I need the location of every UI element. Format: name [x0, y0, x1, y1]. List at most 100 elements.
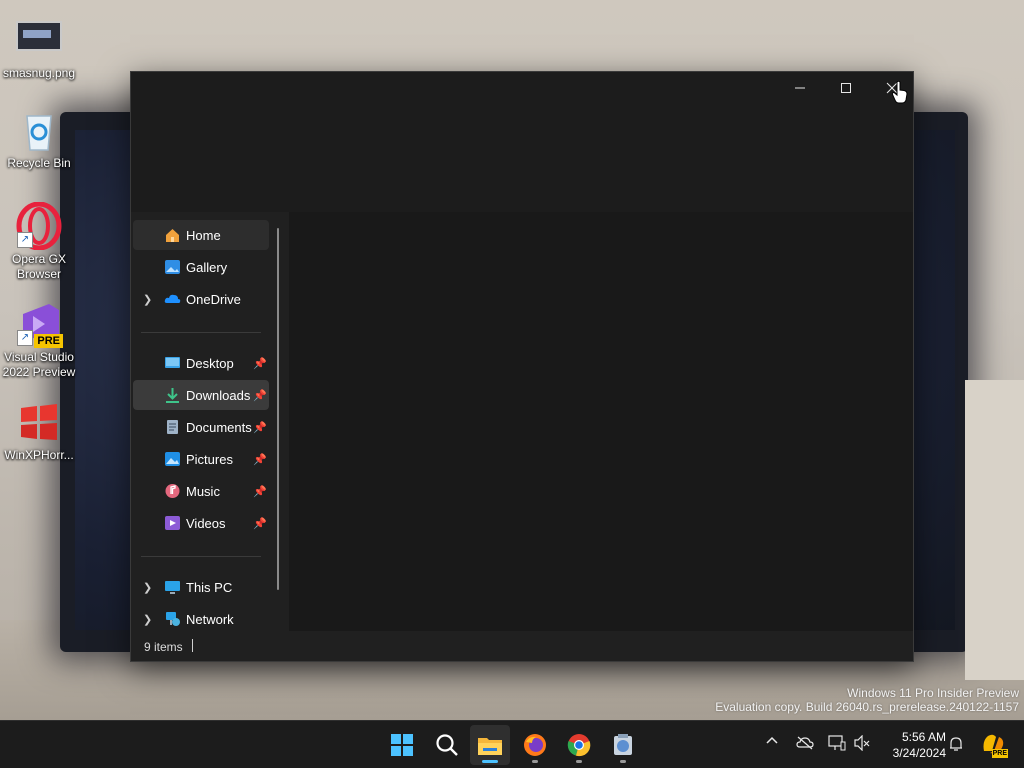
nav-scrollbar[interactable] [277, 228, 279, 590]
desktop-icon-smasnug[interactable]: smasnug.png [1, 16, 77, 81]
chevron-right-icon[interactable]: ❯ [143, 581, 152, 594]
chevron-right-icon[interactable]: ❯ [143, 613, 152, 626]
pin-icon[interactable]: 📌 [253, 357, 267, 370]
chevron-right-icon[interactable]: ❯ [143, 293, 152, 306]
start-button[interactable] [382, 725, 422, 765]
downloads-icon [166, 388, 179, 403]
file-explorer-icon [478, 738, 502, 755]
nav-item-label: Downloads [186, 387, 251, 403]
volume-tray-icon[interactable] [854, 734, 870, 754]
desktop-icon-label: smasnug.png [2, 66, 76, 80]
desktop-icon-opera-gx[interactable]: ↗ Opera GX Browser [1, 201, 77, 282]
bell-icon [950, 737, 962, 751]
copilot-pre-badge: PRE [991, 749, 1008, 758]
hand-cursor-icon [891, 80, 908, 104]
search-button[interactable] [427, 725, 467, 765]
evaluation-watermark: Windows 11 Pro Insider Preview Evaluatio… [715, 686, 1019, 714]
pin-icon[interactable]: 📌 [253, 421, 267, 434]
nav-item-videos[interactable]: Videos 📌 [133, 508, 269, 538]
nav-item-label: Pictures [186, 451, 233, 467]
windows-xp-logo-icon [15, 398, 63, 446]
desktop-icon-winxphorror[interactable]: WinXPHorr... [1, 398, 77, 463]
taskbar-firefox[interactable] [515, 725, 555, 765]
status-bar: 9 items [131, 631, 913, 661]
network-status-icon [828, 735, 846, 751]
pictures-icon [165, 452, 180, 466]
nav-item-desktop[interactable]: Desktop 📌 [133, 348, 269, 378]
nav-item-label: Home [186, 227, 221, 243]
videos-icon [165, 516, 180, 530]
pin-icon[interactable]: 📌 [253, 517, 267, 530]
firefox-icon [524, 734, 546, 756]
onedrive-icon [164, 294, 181, 303]
nav-item-label: This PC [186, 579, 233, 595]
desktop-icon-label: WinXPHorr... [4, 448, 74, 462]
maximize-button[interactable] [823, 74, 869, 102]
nav-item-this-pc[interactable]: ❯ This PC [133, 572, 269, 602]
pin-icon[interactable]: 📌 [253, 485, 267, 498]
clock[interactable]: 5:56 AM 3/24/2024 [880, 729, 946, 761]
taskbar-file-explorer[interactable] [470, 725, 510, 765]
minimize-button[interactable] [777, 74, 823, 102]
nav-item-label: Network [186, 611, 234, 627]
navigation-pane: Home Gallery ❯ OneDrive Desktop 📌 Downlo… [131, 212, 289, 632]
pin-icon[interactable]: 📌 [253, 389, 267, 402]
taskbar-chrome[interactable] [559, 725, 599, 765]
nav-item-pictures[interactable]: Pictures 📌 [133, 444, 269, 474]
desktop-icon-label: Visual Studio 2022 Preview [2, 350, 76, 379]
gallery-icon [165, 260, 180, 274]
chevron-up-icon [766, 736, 778, 744]
opera-gx-icon: ↗ [15, 201, 63, 251]
maximize-icon [841, 83, 851, 93]
nav-divider [141, 556, 261, 557]
nav-item-label: Music [186, 483, 220, 499]
desktop-icon-label: Recycle Bin [7, 156, 71, 170]
cloud-offline-icon [796, 736, 814, 750]
nav-divider [141, 332, 261, 333]
this-pc-icon [165, 581, 180, 594]
pin-icon[interactable]: 📌 [253, 453, 267, 466]
music-icon [165, 484, 180, 498]
nav-item-label: Documents [186, 419, 252, 435]
nav-item-onedrive[interactable]: ❯ OneDrive [133, 284, 269, 314]
start-icon [391, 734, 413, 756]
documents-icon [167, 420, 178, 434]
nav-item-network[interactable]: ❯ Network [133, 604, 269, 634]
shortcut-arrow-icon: ↗ [17, 330, 33, 346]
nav-item-home[interactable]: Home [133, 220, 269, 250]
clock-time: 5:56 AM [901, 730, 946, 744]
desktop-icon-visual-studio[interactable]: ↗ PRE Visual Studio 2022 Preview [1, 300, 77, 380]
network-icon [166, 612, 180, 626]
visual-studio-icon: ↗ PRE [15, 300, 63, 348]
show-hidden-icons-button[interactable] [766, 733, 778, 748]
minimize-icon [795, 87, 805, 89]
desktop-icon-recycle-bin[interactable]: Recycle Bin [1, 106, 77, 171]
taskbar-app[interactable] [603, 725, 643, 765]
running-indicator [532, 760, 538, 763]
copilot-button[interactable]: PRE [980, 731, 1008, 760]
nav-item-documents[interactable]: Documents 📌 [133, 412, 269, 442]
network-tray-icon[interactable] [828, 735, 846, 754]
speaker-muted-icon [854, 734, 870, 752]
onedrive-tray-icon[interactable] [796, 736, 814, 753]
search-icon [436, 734, 458, 756]
pre-badge: PRE [34, 334, 63, 348]
running-indicator [482, 760, 498, 763]
nav-item-gallery[interactable]: Gallery [133, 252, 269, 282]
nav-item-label: Desktop [186, 355, 234, 371]
content-pane [289, 212, 913, 632]
taskbar: 5:56 AM 3/24/2024 PRE [0, 720, 1024, 768]
nav-item-music[interactable]: Music 📌 [133, 476, 269, 506]
desktop-icon-label: Opera GX Browser [11, 252, 67, 281]
nav-item-label: Gallery [186, 259, 228, 275]
notification-button[interactable] [949, 736, 963, 755]
watermark-line-2: Evaluation copy. Build 26040.rs_prerelea… [715, 700, 1019, 714]
nav-item-downloads[interactable]: Downloads 📌 [133, 380, 269, 410]
shortcut-arrow-icon: ↗ [17, 232, 33, 248]
app-icon [614, 734, 632, 755]
chrome-icon [567, 734, 591, 757]
desktop-folder-icon [165, 357, 180, 368]
status-separator [192, 639, 193, 652]
clock-date: 3/24/2024 [892, 746, 946, 760]
file-explorer-window: Home Gallery ❯ OneDrive Desktop 📌 Downlo… [130, 71, 914, 662]
